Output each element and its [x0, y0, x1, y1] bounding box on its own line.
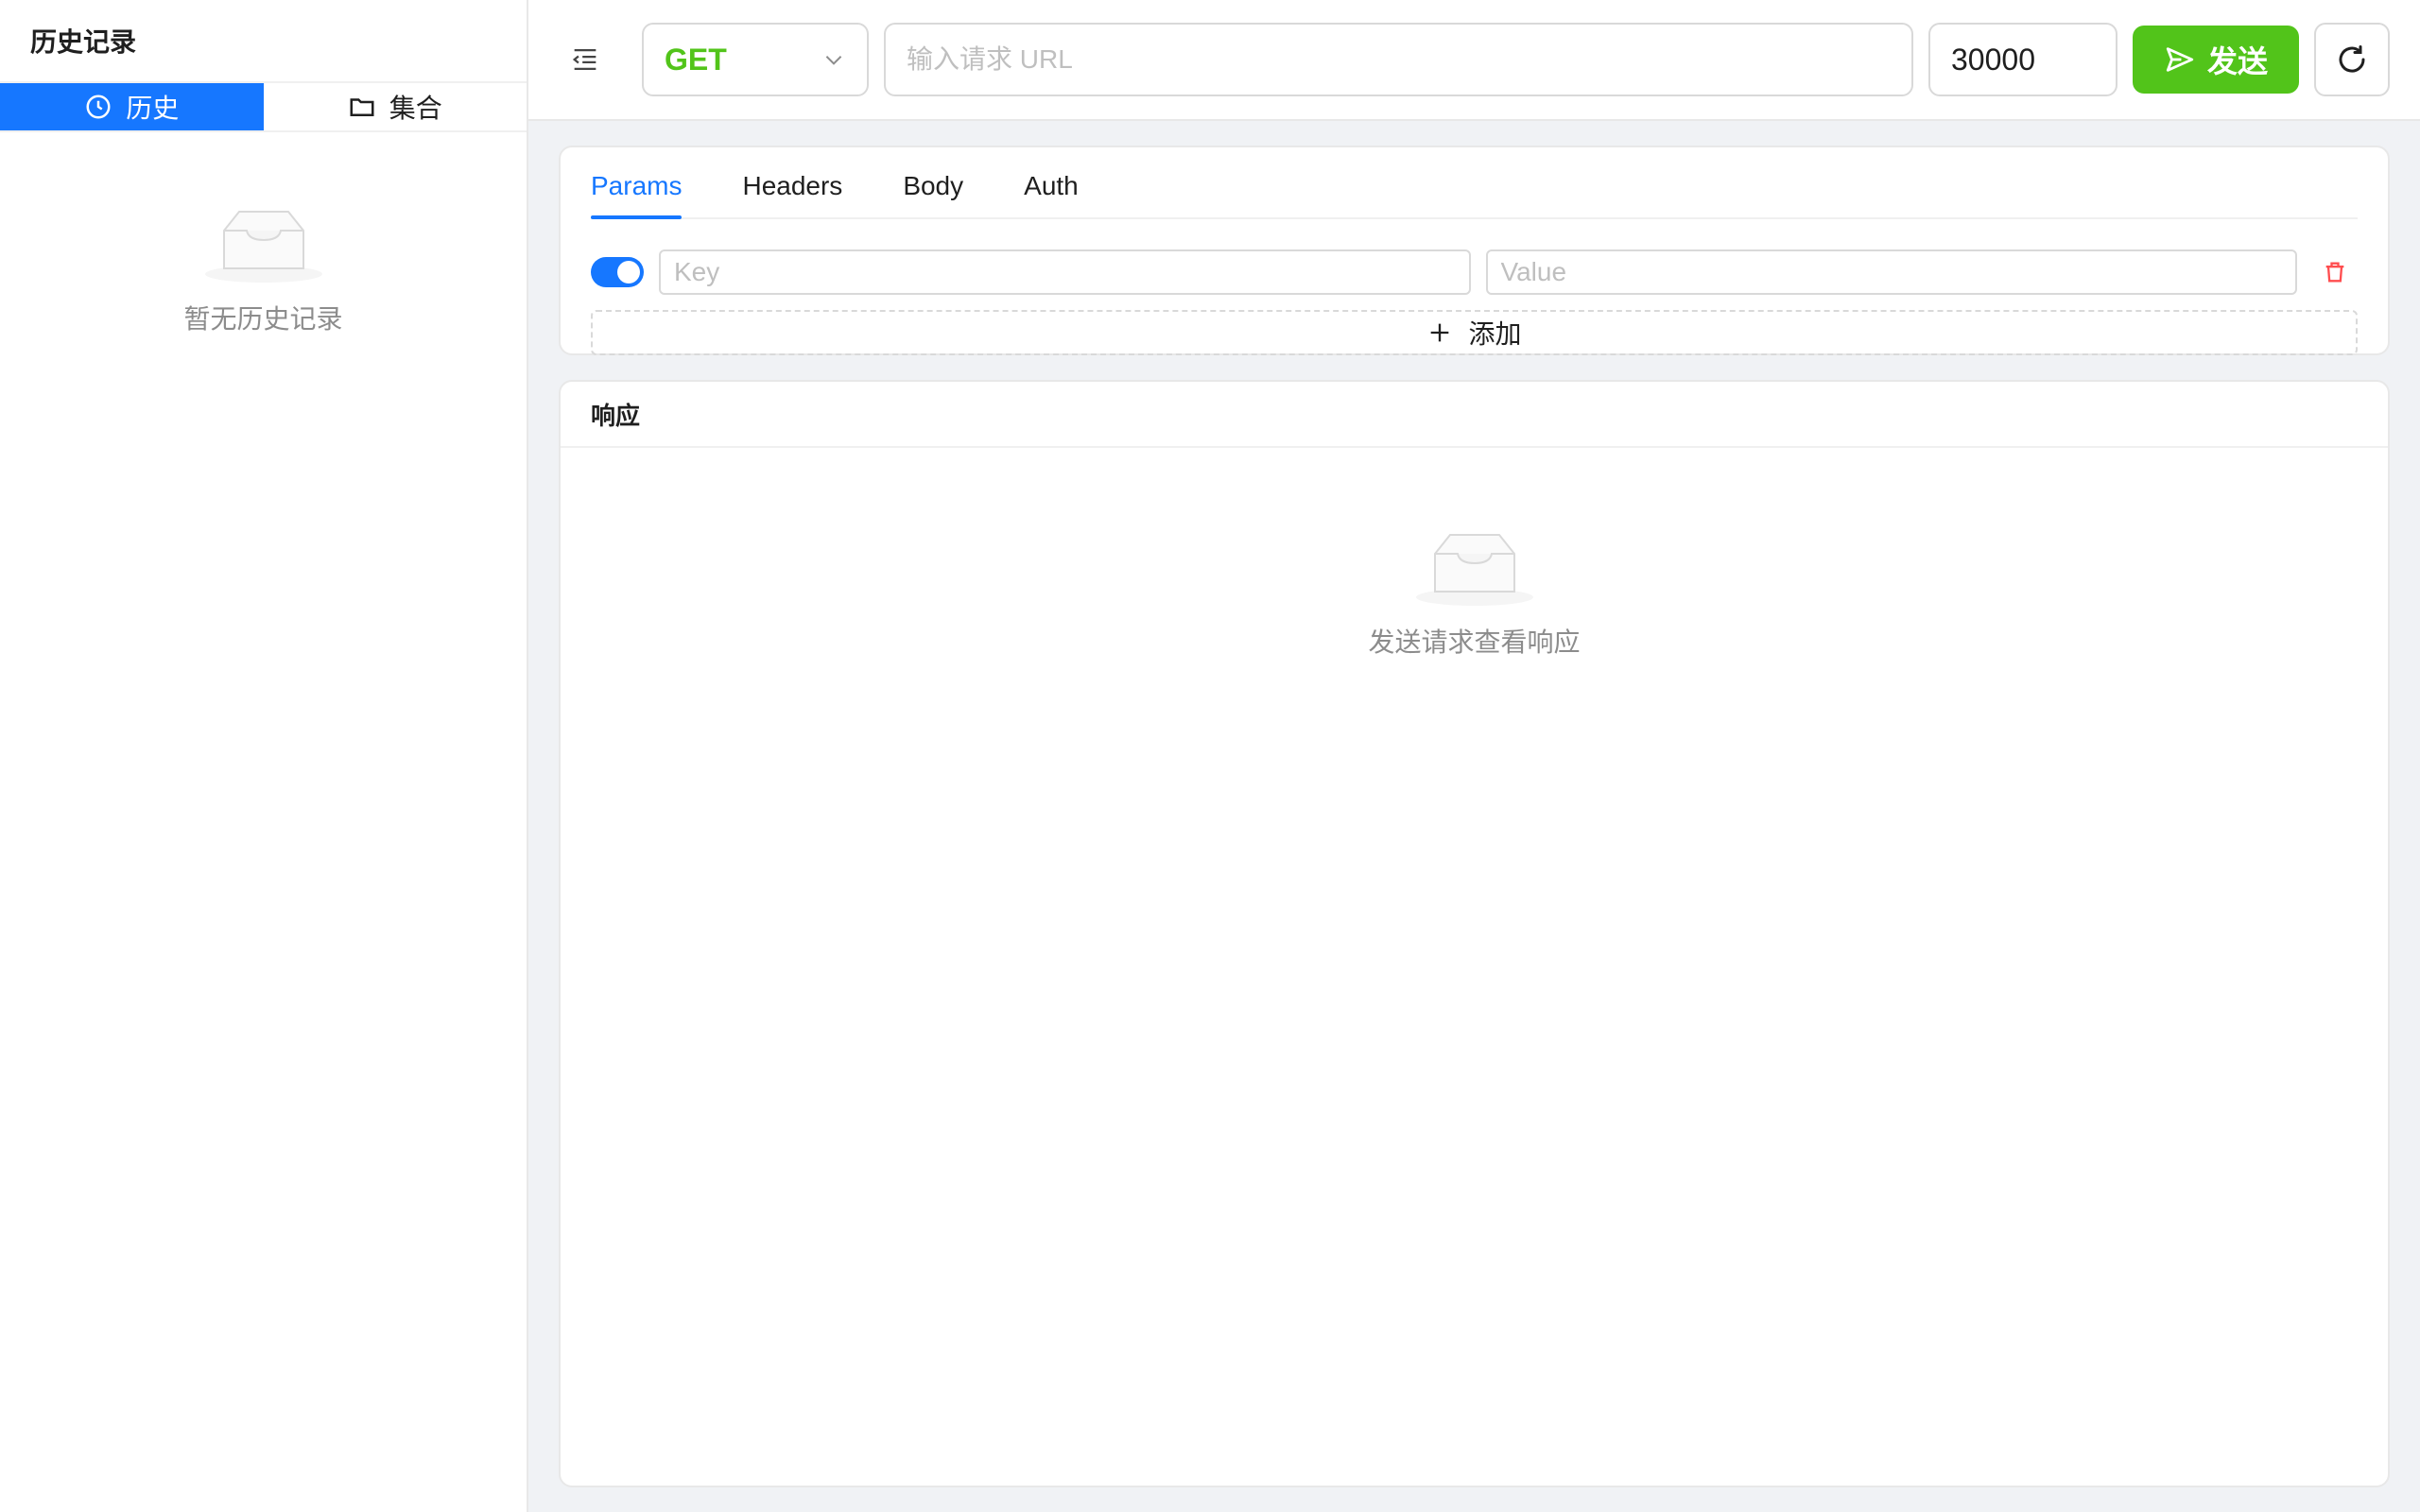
send-icon [2166, 47, 2194, 72]
tab-collections-label: 集合 [389, 94, 442, 123]
main-panel: GET 发送 [528, 0, 2420, 1512]
timeout-input[interactable] [1928, 23, 2118, 96]
sidebar-tabs: 历史 集合 [0, 83, 527, 132]
history-empty-state: 暂无历史记录 [0, 206, 527, 336]
tab-collections[interactable]: 集合 [264, 83, 527, 130]
param-enabled-toggle[interactable] [591, 257, 644, 287]
tab-params[interactable]: Params [591, 147, 683, 219]
tab-body[interactable]: Body [903, 147, 963, 217]
content-area: Params Headers Body Auth Key Value 添加 响应… [528, 121, 2420, 1512]
request-toolbar: GET 发送 [528, 0, 2420, 121]
param-value-input[interactable] [1485, 249, 2297, 295]
response-empty-state: 发送请求查看响应 [561, 529, 2388, 660]
url-input[interactable] [884, 23, 1913, 96]
param-key-input[interactable] [659, 249, 1471, 295]
trash-icon [2325, 262, 2344, 283]
method-select[interactable]: GET [642, 23, 869, 96]
tab-history[interactable]: 历史 [0, 83, 264, 130]
tab-history-label: 历史 [126, 94, 180, 123]
send-button[interactable]: 发送 [2133, 26, 2299, 94]
add-param-button[interactable]: 添加 [591, 310, 2358, 355]
send-button-label: 发送 [2206, 44, 2268, 78]
tab-headers[interactable]: Headers [742, 147, 842, 217]
reload-icon [2339, 45, 2365, 73]
response-empty-text: 发送请求查看响应 [1368, 627, 1581, 657]
request-card: Params Headers Body Auth Key Value 添加 [559, 146, 2390, 355]
reload-button[interactable] [2314, 23, 2390, 96]
menu-fold-icon [572, 48, 596, 71]
history-empty-text: 暂无历史记录 [183, 304, 343, 334]
empty-inbox-icon [204, 211, 322, 283]
tab-auth[interactable]: Auth [1024, 147, 1079, 217]
folder-icon [350, 98, 374, 116]
plus-icon [1431, 323, 1449, 342]
empty-inbox-icon [1415, 534, 1533, 606]
clock-icon [86, 94, 111, 119]
param-delete-button[interactable] [2312, 249, 2358, 295]
response-card: 响应 发送请求查看响应 [559, 380, 2390, 1487]
response-title: 响应 [561, 382, 2388, 448]
sidebar-title: 历史记录 [0, 0, 527, 83]
add-param-label: 添加 [1468, 319, 1522, 349]
param-row [591, 249, 2358, 295]
app-root: 历史记录 历史 集合 暂无历史记录 GET 输入请求 URL 30000 发送 … [0, 0, 2420, 1512]
sidebar: 历史记录 历史 集合 暂无历史记录 [0, 0, 528, 1512]
request-tabs: Params Headers Body Auth [591, 147, 2358, 219]
chevron-down-icon [825, 56, 842, 65]
menu-fold-button[interactable] [566, 41, 604, 78]
method-value: GET [665, 42, 727, 77]
